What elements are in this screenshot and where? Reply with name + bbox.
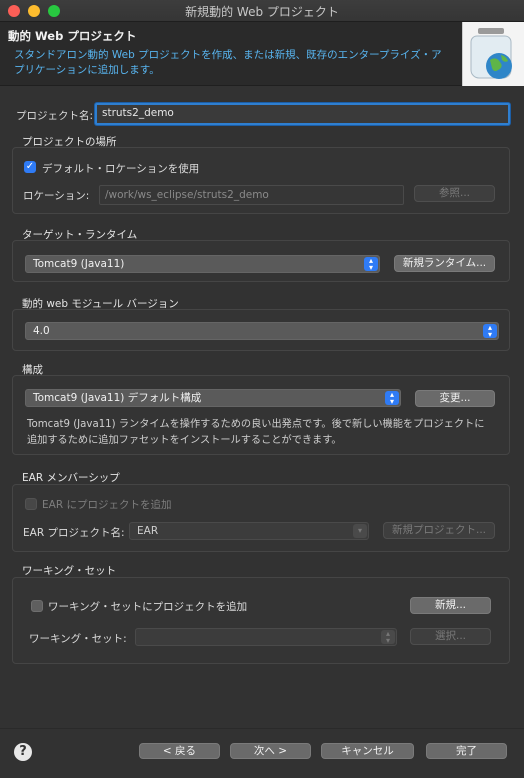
- new-runtime-button[interactable]: 新規ランタイム...: [394, 255, 495, 272]
- page-description: スタンドアロン動的 Web プロジェクトを作成、または新規、既存のエンタープライ…: [14, 49, 442, 76]
- window-title: 新規動的 Web プロジェクト: [185, 5, 339, 19]
- configuration-value: Tomcat9 (Java11) デフォルト構成: [33, 392, 202, 404]
- browse-button[interactable]: 参照...: [414, 185, 495, 202]
- ear-project-select[interactable]: EAR ▾: [129, 522, 369, 540]
- help-icon[interactable]: ?: [14, 743, 32, 761]
- new-ear-project-button[interactable]: 新規プロジェクト...: [383, 522, 495, 539]
- select-working-set-button[interactable]: 選択...: [410, 628, 491, 645]
- target-runtime-select[interactable]: Tomcat9 (Java11) ▴ ▾: [25, 255, 380, 273]
- add-to-ear-label: EAR にプロジェクトを追加: [42, 499, 172, 511]
- modify-configuration-button[interactable]: 変更...: [415, 390, 495, 407]
- working-set-select[interactable]: ▴ ▾: [135, 628, 397, 646]
- location-label: ロケーション:: [23, 190, 90, 202]
- ear-project-value: EAR: [137, 525, 159, 537]
- next-button[interactable]: 次へ >: [230, 743, 311, 759]
- add-to-working-set-label: ワーキング・セットにプロジェクトを追加: [48, 601, 248, 613]
- module-version-value: 4.0: [33, 325, 50, 337]
- chevron-updown-icon: ▴ ▾: [385, 391, 399, 406]
- ear-group: EAR にプロジェクトを追加 EAR プロジェクト名: EAR ▾ 新規プロジェ…: [12, 484, 510, 552]
- working-set-label: ワーキング・セット:: [29, 633, 127, 645]
- configuration-description-line1: Tomcat9 (Java11) ランタイムを操作するための良い出発点です。後で…: [27, 419, 485, 430]
- new-working-set-button[interactable]: 新規...: [410, 597, 491, 614]
- project-name-input[interactable]: struts2_demo: [95, 103, 510, 125]
- configuration-select[interactable]: Tomcat9 (Java11) デフォルト構成 ▴ ▾: [25, 389, 401, 407]
- title-bar: 新規動的 Web プロジェクト: [0, 0, 524, 22]
- location-group: ✓ デフォルト・ロケーションを使用 ロケーション: /work/ws_eclip…: [12, 147, 510, 214]
- location-input[interactable]: /work/ws_eclipse/struts2_demo: [99, 185, 404, 205]
- working-set-group: ワーキング・セットにプロジェクトを追加 新規... ワーキング・セット: ▴ ▾ …: [12, 577, 510, 664]
- footer-separator: [0, 728, 524, 729]
- page-title: 動的 Web プロジェクト: [8, 29, 137, 43]
- chevron-updown-icon: ▴ ▾: [381, 630, 395, 645]
- wizard-header: 動的 Web プロジェクト スタンドアロン動的 Web プロジェクトを作成、また…: [0, 22, 524, 86]
- configuration-description-line2: 追加するために追加ファセットをインストールすることができます。: [27, 435, 342, 446]
- back-button[interactable]: < 戻る: [139, 743, 220, 759]
- web-project-banner-icon: [462, 22, 524, 86]
- chevron-updown-icon: ▴ ▾: [483, 324, 497, 339]
- project-name-label: プロジェクト名:: [16, 110, 94, 122]
- ear-project-label: EAR プロジェクト名:: [23, 527, 125, 539]
- module-version-group: 4.0 ▴ ▾: [12, 309, 510, 351]
- chevron-down-icon: ▾: [353, 524, 367, 538]
- cancel-button[interactable]: キャンセル: [321, 743, 414, 759]
- add-to-ear-checkbox[interactable]: [25, 498, 37, 510]
- working-set-section-title: ワーキング・セット: [22, 565, 117, 577]
- target-runtime-group: Tomcat9 (Java11) ▴ ▾ 新規ランタイム...: [12, 240, 510, 282]
- finish-button[interactable]: 完了: [426, 743, 507, 759]
- chevron-updown-icon: ▴ ▾: [364, 257, 378, 272]
- configuration-group: Tomcat9 (Java11) デフォルト構成 ▴ ▾ 変更... Tomcat…: [12, 375, 510, 455]
- use-default-location-label: デフォルト・ロケーションを使用: [42, 163, 200, 175]
- ear-section-title: EAR メンバーシップ: [22, 472, 120, 484]
- add-to-working-set-checkbox[interactable]: [31, 600, 43, 612]
- use-default-location-checkbox[interactable]: ✓: [24, 161, 36, 173]
- target-runtime-value: Tomcat9 (Java11): [33, 258, 125, 270]
- module-version-select[interactable]: 4.0 ▴ ▾: [25, 322, 499, 340]
